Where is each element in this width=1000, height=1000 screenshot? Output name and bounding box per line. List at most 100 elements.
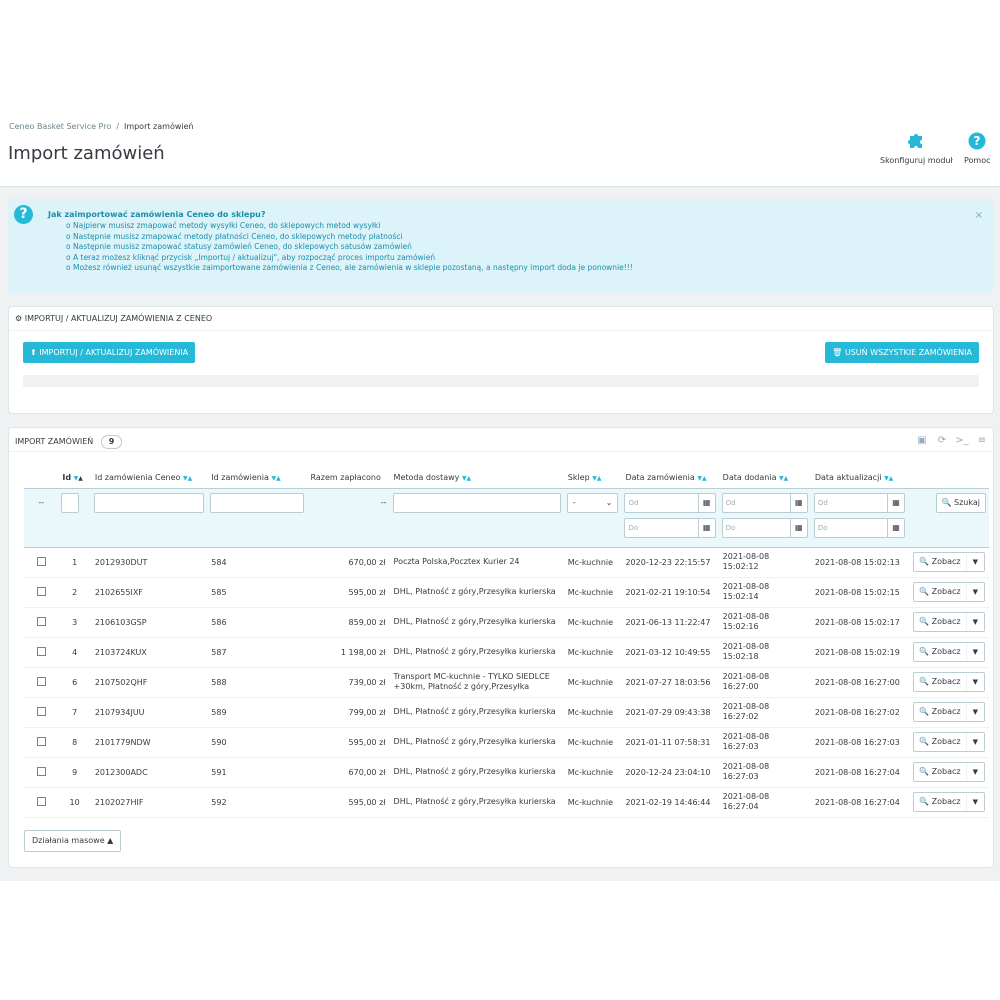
row-checkbox[interactable]: [36, 556, 46, 566]
cell-actions: 🔍 Zobacz ▼: [908, 787, 989, 818]
updated-date-from-field[interactable]: Od ▦: [813, 492, 906, 513]
view-button-main[interactable]: 🔍 Zobacz: [914, 763, 967, 781]
view-button[interactable]: 🔍 Zobacz ▼: [913, 792, 985, 812]
col-order-date[interactable]: Data zamówienia ▼▲: [621, 467, 718, 488]
caret-down-icon[interactable]: ▼: [967, 618, 984, 626]
table-row[interactable]: 9 2012300ADC 591 670,00 zł DHL, Płatność z g…: [24, 757, 989, 788]
caret-down-icon[interactable]: ▼: [967, 558, 984, 566]
configure-module-button[interactable]: Skonfiguruj moduł: [880, 132, 953, 165]
filter-delivery-input[interactable]: [392, 492, 561, 513]
view-button[interactable]: 🔍 Zobacz ▼: [913, 762, 985, 782]
view-button-main[interactable]: 🔍 Zobacz: [914, 673, 967, 691]
alert-item: Następnie musisz zmapować statusy zamówi…: [66, 242, 633, 253]
calendar-icon[interactable]: ▦: [887, 493, 904, 512]
refresh-icon[interactable]: ⟳: [935, 435, 949, 448]
table-row[interactable]: 2 2102655IXF 585 595,00 zł DHL, Płatność z g…: [24, 577, 989, 608]
table-row[interactable]: 7 2107934JUU 589 799,00 zł DHL, Płatność z g…: [24, 697, 989, 728]
import-update-button[interactable]: ⬆ IMPORTUJ / AKTUALIZUJ ZAMÓWIENIA: [23, 342, 196, 363]
row-checkbox[interactable]: [36, 676, 46, 686]
view-button[interactable]: 🔍 Zobacz ▼: [913, 552, 985, 572]
table-row[interactable]: 8 2101779NDW 590 595,00 zł DHL, Płatność z g…: [24, 727, 989, 758]
calendar-icon[interactable]: ▦: [789, 493, 807, 512]
view-button[interactable]: 🔍 Zobacz ▼: [913, 642, 985, 662]
view-button-main[interactable]: 🔍 Zobacz: [914, 643, 967, 661]
sort-icon[interactable]: ▼▲: [183, 475, 192, 482]
help-button[interactable]: ? Pomoc: [964, 132, 991, 165]
col-order-id[interactable]: Id zamówienia ▼▲: [207, 467, 306, 488]
configure-module-label: Skonfiguruj moduł: [880, 156, 953, 165]
filter-cell: 🔍 Szukaj: [908, 487, 989, 548]
caret-down-icon[interactable]: ▼: [967, 768, 984, 776]
row-checkbox[interactable]: [36, 616, 46, 626]
caret-down-icon[interactable]: ▼: [967, 738, 984, 746]
row-checkbox[interactable]: [36, 796, 46, 806]
search-button[interactable]: 🔍 Szukaj: [935, 492, 986, 513]
row-checkbox[interactable]: [36, 766, 46, 776]
col-shop[interactable]: Sklep ▼▲: [564, 467, 622, 488]
cell-actions: 🔍 Zobacz ▼: [908, 547, 989, 578]
filter-shop-select[interactable]: - ⌄: [566, 492, 619, 513]
delete-all-button[interactable]: 🗑 USUŃ WSZYSTKIE ZAMÓWIENIA: [825, 342, 979, 363]
chevron-down-icon: ⌄: [605, 498, 613, 507]
sort-icon[interactable]: ▼▲: [779, 475, 788, 482]
calendar-icon[interactable]: ▦: [789, 518, 807, 537]
caret-down-icon[interactable]: ▼: [967, 588, 984, 596]
row-checkbox[interactable]: [36, 586, 46, 596]
view-button[interactable]: 🔍 Zobacz ▼: [913, 672, 985, 692]
filter-ceneo-id-input[interactable]: [93, 492, 205, 513]
filter-order-id-input[interactable]: [210, 492, 304, 513]
table-row[interactable]: 6 2107502QHF 588 739,00 zł Transport MC-kuch…: [24, 667, 989, 698]
col-ceneo-id[interactable]: Id zamówienia Ceneo ▼▲: [91, 467, 207, 488]
table-row[interactable]: 1 2012930DUT 584 670,00 zł Poczta Polska,Poc…: [24, 547, 989, 578]
col-delivery[interactable]: Metoda dostawy ▼▲: [390, 467, 564, 488]
col-id[interactable]: Id ▼▲: [58, 467, 90, 488]
row-checkbox[interactable]: [36, 706, 46, 716]
table-row[interactable]: 3 2106103GSP 586 859,00 zł DHL, Płatność z g…: [24, 607, 989, 638]
view-button[interactable]: 🔍 Zobacz ▼: [913, 702, 985, 722]
added-date-to-field[interactable]: Do ▦: [721, 517, 808, 538]
added-date-from-field[interactable]: Od ▦: [721, 492, 808, 513]
calendar-icon[interactable]: ▦: [887, 518, 904, 537]
table-row[interactable]: 10 2102027HIF 592 595,00 zł DHL, Płatność z …: [24, 787, 989, 818]
breadcrumb-parent[interactable]: Ceneo Basket Service Pro: [9, 122, 111, 131]
order-date-to-field[interactable]: Do ▦: [624, 517, 716, 538]
view-button-main[interactable]: 🔍 Zobacz: [914, 733, 967, 751]
col-added-date[interactable]: Data dodania ▼▲: [719, 467, 811, 488]
updated-date-to-field[interactable]: Do ▦: [813, 517, 906, 538]
cell-added-date: 2021-08-08 16:27:00: [718, 667, 811, 698]
sort-icon[interactable]: ▼▲: [697, 475, 706, 482]
export-icon[interactable]: ▣: [915, 435, 929, 448]
col-updated-date[interactable]: Data aktualizacji ▼▲: [811, 467, 908, 488]
view-button-main[interactable]: 🔍 Zobacz: [914, 613, 967, 631]
sort-icon[interactable]: ▼▲: [884, 475, 893, 482]
view-button[interactable]: 🔍 Zobacz ▼: [913, 732, 985, 752]
sort-icon[interactable]: ▼▲: [462, 475, 471, 482]
cell-shop: Mc-kuchnie: [563, 727, 622, 758]
search-icon: 🔍: [941, 497, 952, 507]
sort-icon[interactable]: ▼▲: [271, 475, 280, 482]
database-icon[interactable]: ≡: [975, 435, 989, 448]
caret-down-icon[interactable]: ▼: [967, 708, 984, 716]
row-checkbox[interactable]: [36, 736, 46, 746]
sort-icon[interactable]: ▲: [78, 475, 83, 482]
caret-down-icon[interactable]: ▼: [967, 798, 984, 806]
view-button-main[interactable]: 🔍 Zobacz: [914, 793, 967, 811]
bulk-actions-button[interactable]: Działania masowe ▲: [24, 830, 122, 852]
close-icon[interactable]: ×: [975, 210, 983, 221]
calendar-icon[interactable]: ▦: [697, 493, 715, 512]
calendar-icon[interactable]: ▦: [697, 518, 715, 537]
order-date-from-field[interactable]: Od ▦: [624, 492, 716, 513]
caret-down-icon[interactable]: ▼: [967, 678, 984, 686]
view-button-main[interactable]: 🔍 Zobacz: [914, 703, 967, 721]
row-checkbox[interactable]: [36, 646, 46, 656]
view-button[interactable]: 🔍 Zobacz ▼: [913, 612, 985, 632]
view-button-main[interactable]: 🔍 Zobacz: [914, 583, 967, 601]
sort-icon[interactable]: ▼▲: [592, 475, 601, 482]
filter-id-input[interactable]: [61, 492, 80, 513]
view-button-main[interactable]: 🔍 Zobacz: [914, 553, 967, 571]
sql-icon[interactable]: >_: [955, 435, 969, 448]
table-row[interactable]: 4 2103724KUX 587 1 198,00 zł DHL, Płatność z…: [24, 637, 989, 668]
caret-down-icon[interactable]: ▼: [967, 648, 984, 656]
view-button[interactable]: 🔍 Zobacz ▼: [913, 582, 985, 602]
trash-icon: 🗑: [832, 348, 843, 357]
